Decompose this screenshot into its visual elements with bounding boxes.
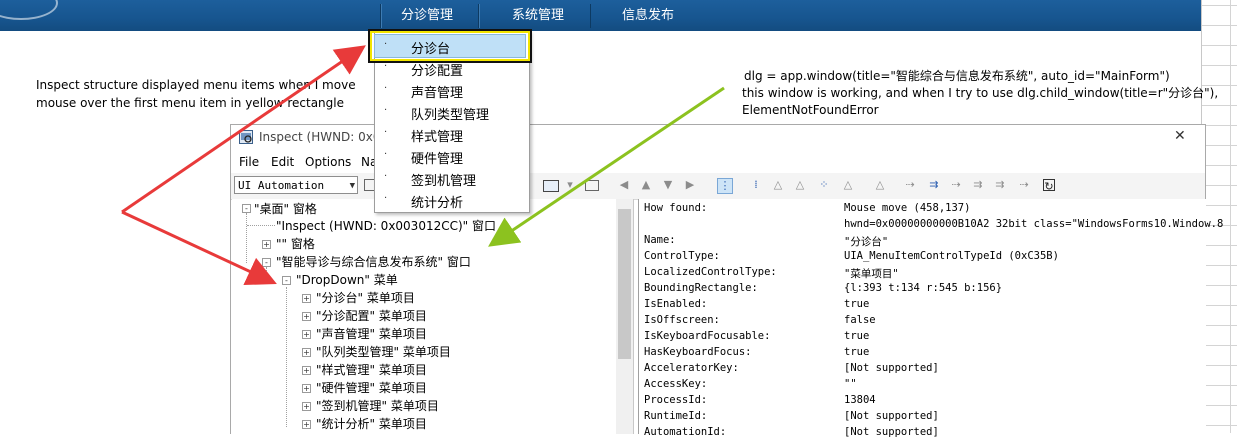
red-arrow-to-tree-node	[121, 210, 277, 286]
green-arrow-to-main-window	[488, 86, 725, 247]
red-arrow-to-menu-item	[121, 45, 366, 214]
annotation-arrows	[121, 45, 725, 286]
